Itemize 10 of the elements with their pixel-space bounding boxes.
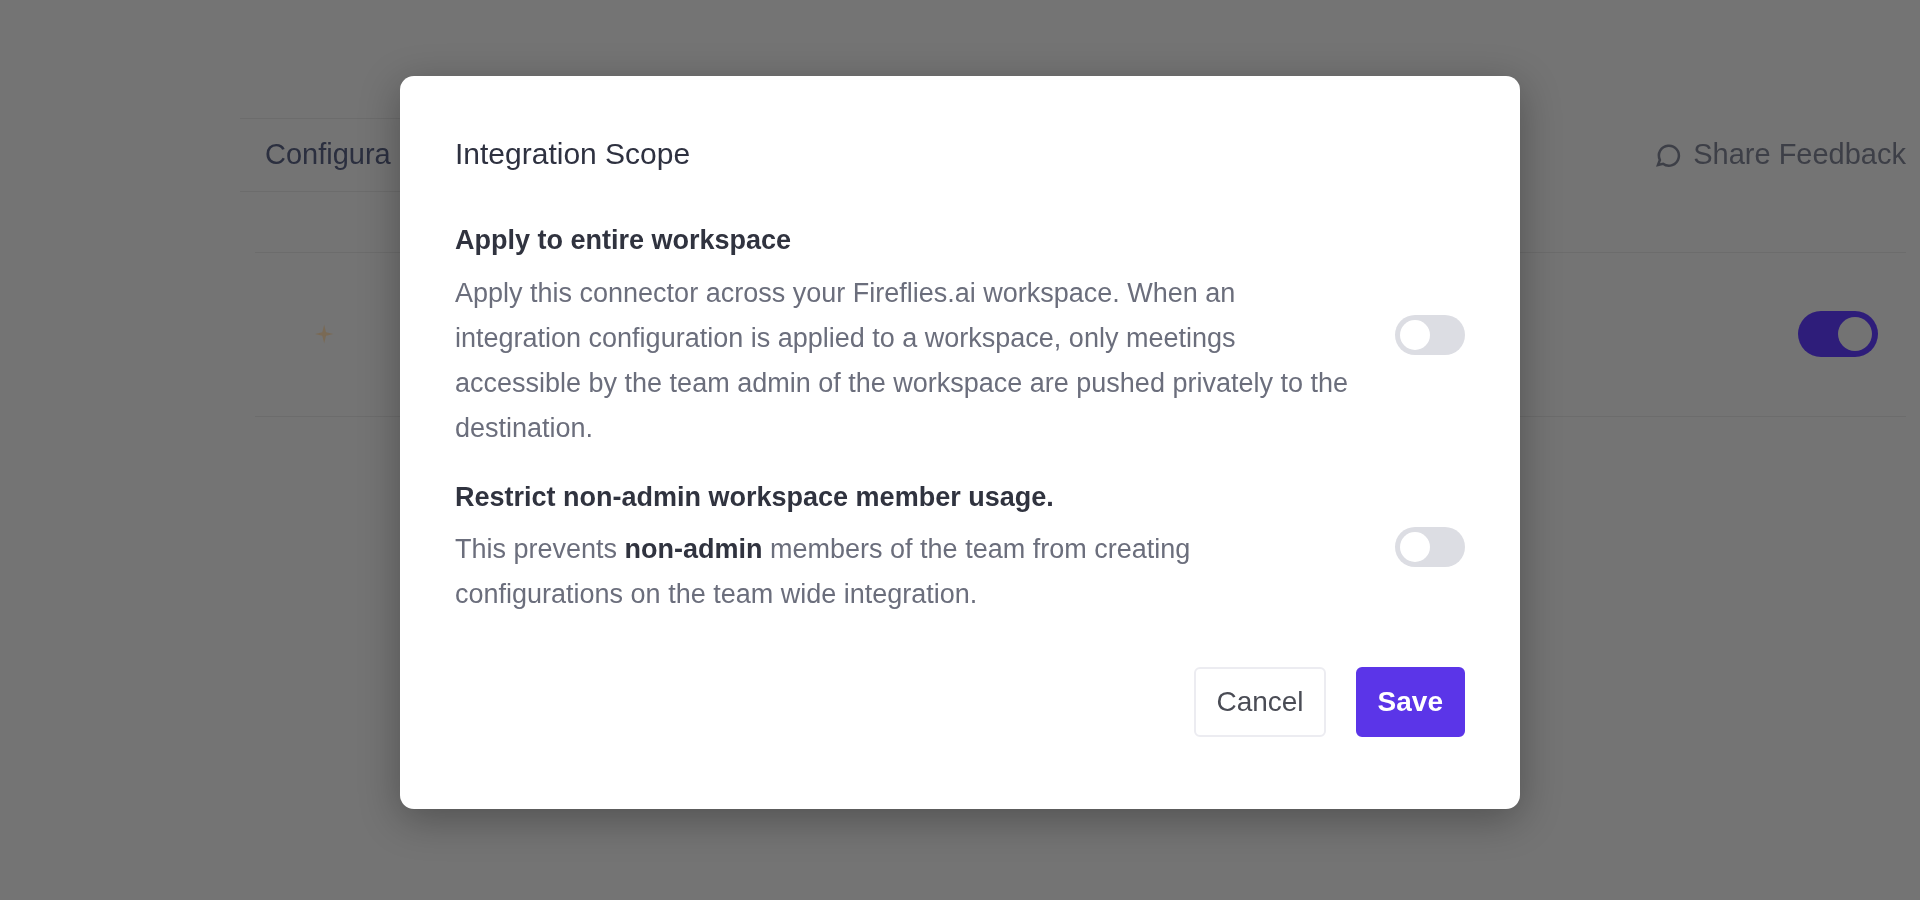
save-button[interactable]: Save (1355, 667, 1465, 737)
toggle-switch[interactable] (1395, 526, 1465, 567)
option-title: Apply to entire workspace (455, 224, 793, 257)
cancel-button[interactable]: Cancel (1194, 667, 1326, 737)
toggle-switch[interactable] (1395, 315, 1465, 356)
toggle-switch[interactable] (1798, 311, 1878, 357)
option-description: Apply this connector across your Fireflies.ai workspace. When an integration configuration is applied to a workspace, only meetings accessible by the team admin of the workspace are pushed privately to the destination. (455, 276, 1349, 445)
option-title: Restrict non-admin workspace member usage. (455, 480, 1055, 514)
option-description: This prevents non-admin members of the team from creating configurations on the team wide integration. (455, 533, 1192, 611)
modal-title: Integration Scope (455, 136, 692, 172)
